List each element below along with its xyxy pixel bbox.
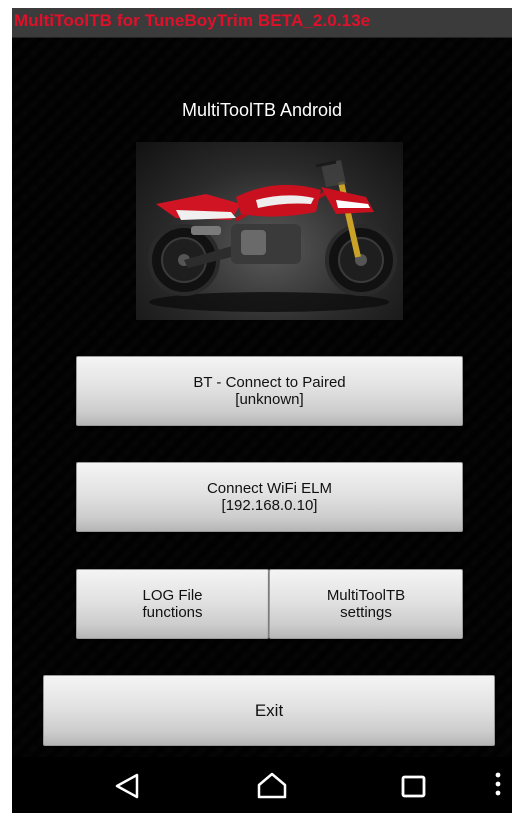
exit-label: Exit <box>254 701 284 720</box>
wifi-connect-button[interactable]: Connect WiFi ELM [192.168.0.10] <box>76 462 463 532</box>
app-title: MultiToolTB for TuneBoyTrim BETA_2.0.13e <box>14 11 371 30</box>
device-frame: MultiToolTB for TuneBoyTrim BETA_2.0.13e… <box>0 0 524 813</box>
motorcycle-image <box>136 142 403 320</box>
log-file-label-line2: functions <box>142 604 203 621</box>
recents-icon[interactable] <box>397 769 431 803</box>
overflow-menu-icon[interactable] <box>488 769 508 803</box>
settings-label-line2: settings <box>340 604 392 621</box>
bt-device-status: [unknown] <box>235 391 304 408</box>
exit-button[interactable]: Exit <box>43 675 495 746</box>
wifi-connect-label: Connect WiFi ELM <box>206 480 333 497</box>
wifi-address: [192.168.0.10] <box>221 497 318 514</box>
app-heading: MultiToolTB Android <box>181 100 343 120</box>
back-icon[interactable] <box>111 769 145 803</box>
settings-button[interactable]: MultiToolTB settings <box>269 569 463 639</box>
phone-screen: MultiToolTB for TuneBoyTrim BETA_2.0.13e… <box>12 8 512 813</box>
home-icon[interactable] <box>255 769 289 803</box>
app-title-bar: MultiToolTB for TuneBoyTrim BETA_2.0.13e <box>12 8 512 38</box>
system-nav-bar <box>12 757 512 813</box>
main-content: MultiToolTB Android BT - Connect to Pair… <box>12 38 512 757</box>
log-file-label-line1: LOG File <box>142 587 203 604</box>
bt-connect-label: BT - Connect to Paired <box>193 374 346 391</box>
log-file-functions-button[interactable]: LOG File functions <box>76 569 269 639</box>
bt-connect-button[interactable]: BT - Connect to Paired [unknown] <box>76 356 463 426</box>
settings-label-line1: MultiToolTB <box>326 587 406 604</box>
